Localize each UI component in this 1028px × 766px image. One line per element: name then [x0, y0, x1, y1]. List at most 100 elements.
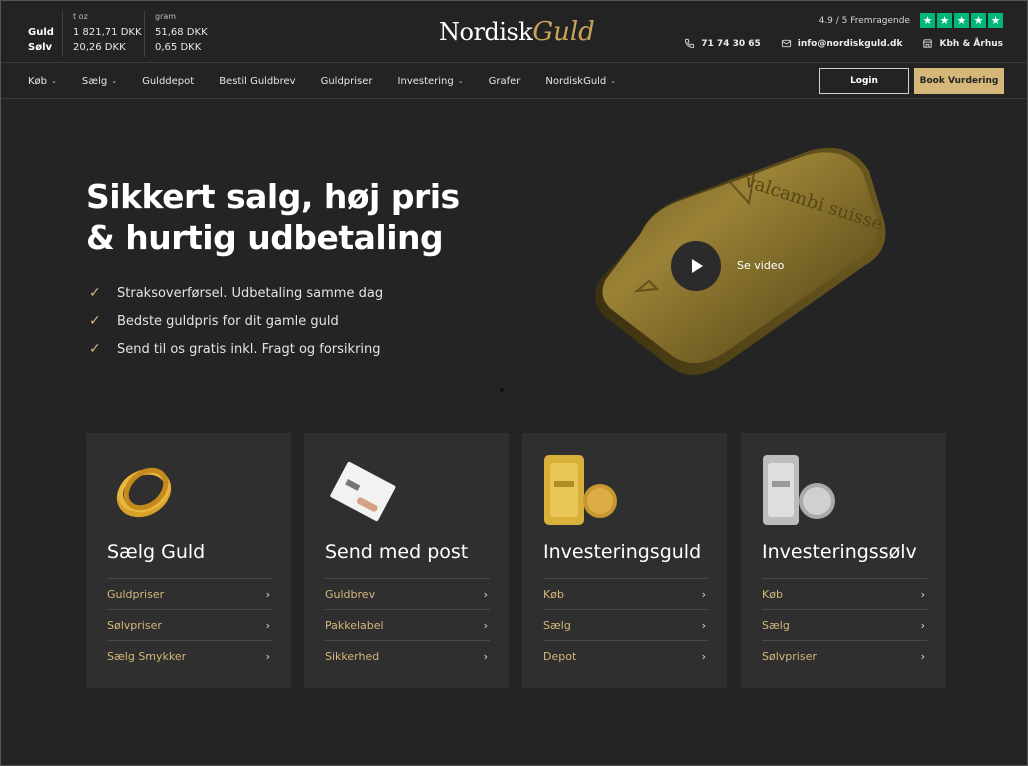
nav-item-label: Bestil Guldbrev: [219, 75, 296, 87]
hero-title-line2: & hurtig udbetaling: [86, 218, 444, 257]
trustpilot-rating[interactable]: 4.9 / 5 Fremragende ★ ★ ★ ★ ★: [819, 13, 1003, 28]
rating-text: 4.9 / 5 Fremragende: [818, 15, 910, 26]
card-link-label: Sikkerhed: [325, 649, 380, 663]
card-links: Køb › Sælg › Sølvpriser ›: [762, 578, 927, 671]
chevron-right-icon: ›: [265, 618, 270, 632]
gram-column: gram 51,68 DKK 0,65 DKK: [144, 11, 234, 57]
card-link-label: Sælg Smykker: [107, 649, 187, 663]
nav-item-label: Gulddepot: [142, 75, 195, 87]
star-icon: ★: [954, 13, 969, 28]
nav-item-koeb[interactable]: Køb ⌄: [28, 76, 57, 87]
card-link-guldpriser[interactable]: Guldpriser ›: [107, 578, 272, 609]
troy-ounce-unit: t oz: [73, 12, 88, 21]
star-icon: ★: [937, 13, 952, 28]
nav-item-label: Køb: [28, 75, 48, 87]
card-link-koeb[interactable]: Køb ›: [762, 578, 927, 609]
chevron-down-icon: ⌄: [457, 77, 464, 85]
silver-bar-coin-image: [759, 451, 839, 531]
card-link-label: Sølvpriser: [762, 649, 817, 663]
page-frame: Guld Sølv t oz 1 821,71 DKK 20,26 DKK gr…: [0, 0, 1028, 766]
card-send-med-post: Send med post Guldbrev › Pakkelabel › Si…: [304, 433, 509, 688]
store-icon: [923, 39, 933, 48]
card-link-label: Guldbrev: [325, 587, 376, 601]
card-title: Investeringsguld: [543, 541, 702, 563]
card-link-label: Køb: [762, 587, 783, 601]
logo-wordmark-nordisk: Nordisk: [439, 18, 533, 46]
gold-toz-price: 1 821,71 DKK: [73, 27, 142, 38]
card-link-label: Sælg: [762, 618, 790, 632]
login-button[interactable]: Login: [819, 68, 909, 94]
card-title: Sælg Guld: [107, 541, 206, 563]
phone-icon: [685, 38, 695, 49]
nav-item-label: Grafer: [488, 75, 521, 87]
chevron-right-icon: ›: [701, 618, 706, 632]
chevron-right-icon: ›: [920, 649, 925, 663]
nav-item-guldpriser[interactable]: Guldpriser: [321, 76, 373, 87]
card-link-soelvpriser[interactable]: Sølvpriser ›: [762, 640, 927, 671]
card-links: Guldpriser › Sølvpriser › Sælg Smykker ›: [107, 578, 272, 671]
chevron-right-icon: ›: [920, 618, 925, 632]
gold-bar-image: valcambi suisse: [579, 141, 889, 391]
main-nav: Køb ⌄ Sælg ⌄ Gulddepot Bestil Guldbrev G…: [1, 63, 1027, 99]
nav-menu: Køb ⌄ Sælg ⌄ Gulddepot Bestil Guldbrev G…: [28, 63, 641, 99]
nav-item-grafer[interactable]: Grafer: [489, 76, 521, 87]
card-link-saelg-smykker[interactable]: Sælg Smykker ›: [107, 640, 272, 671]
card-link-koeb[interactable]: Køb ›: [543, 578, 708, 609]
store-locations: Kbh & Århus: [939, 38, 1003, 49]
play-video-button[interactable]: [671, 241, 721, 291]
benefit-text: Send til os gratis inkl. Fragt og forsik…: [117, 341, 381, 357]
gold-bar-coin-image: [540, 451, 620, 531]
star-icon: ★: [971, 13, 986, 28]
card-title: Send med post: [325, 541, 469, 563]
benefit-text: Bedste guldpris for dit gamle guld: [117, 313, 339, 329]
checkmark-icon: ✓: [89, 341, 101, 357]
silver-price-label: Sølv: [28, 42, 53, 53]
card-link-guldbrev[interactable]: Guldbrev ›: [325, 578, 490, 609]
nav-item-nordiskguld[interactable]: NordiskGuld ⌄: [545, 76, 616, 87]
nav-item-investering[interactable]: Investering ⌄: [398, 76, 464, 87]
nav-item-label: Sælg: [81, 75, 108, 87]
nav-item-saelg[interactable]: Sælg ⌄: [82, 76, 117, 87]
card-link-soelvpriser[interactable]: Sølvpriser ›: [107, 609, 272, 640]
card-investeringsguld: Investeringsguld Køb › Sælg › Depot ›: [522, 433, 727, 688]
card-link-saelg[interactable]: Sælg ›: [543, 609, 708, 640]
chevron-down-icon: ⌄: [111, 77, 118, 85]
email-link[interactable]: info@nordiskguld.dk: [781, 38, 903, 49]
card-link-saelg[interactable]: Sælg ›: [762, 609, 927, 640]
chevron-right-icon: ›: [483, 649, 488, 663]
card-link-label: Sølvpriser: [107, 618, 162, 632]
list-item: ✓ Bedste guldpris for dit gamle guld: [89, 307, 383, 335]
gold-ring-image: [104, 451, 184, 531]
site-logo[interactable]: NordiskGuld: [439, 17, 595, 57]
nav-item-bestil-guldbrev[interactable]: Bestil Guldbrev: [219, 76, 295, 87]
chevron-right-icon: ›: [701, 587, 706, 601]
nav-item-gulddepot[interactable]: Gulddepot: [142, 76, 194, 87]
chevron-right-icon: ›: [701, 649, 706, 663]
logo-wordmark-guld: Guld: [532, 17, 595, 47]
video-label[interactable]: Se video: [737, 259, 784, 272]
card-link-label: Køb: [543, 587, 564, 601]
chevron-down-icon: ⌄: [51, 77, 57, 85]
chevron-down-icon: ⌄: [610, 77, 617, 85]
email-address: info@nordiskguld.dk: [797, 38, 903, 49]
stores-link[interactable]: Kbh & Århus: [922, 38, 1003, 49]
checkmark-icon: ✓: [89, 313, 101, 329]
hero-benefits-list: ✓ Straksoverførsel. Udbetaling samme dag…: [89, 279, 383, 363]
nav-item-label: NordiskGuld: [545, 75, 607, 87]
card-link-label: Depot: [543, 649, 577, 663]
card-link-pakkelabel[interactable]: Pakkelabel ›: [325, 609, 490, 640]
phone-link[interactable]: 71 74 30 65: [684, 38, 761, 49]
card-links: Køb › Sælg › Depot ›: [543, 578, 708, 671]
card-link-depot[interactable]: Depot ›: [543, 640, 708, 671]
chevron-right-icon: ›: [265, 587, 270, 601]
card-investeringssoelv: Investeringssølv Køb › Sælg › Sølvpriser…: [741, 433, 946, 688]
gold-price-label: Guld: [28, 27, 54, 38]
silver-toz-price: 20,26 DKK: [73, 42, 126, 53]
carousel-dot[interactable]: [500, 388, 504, 392]
book-valuation-button[interactable]: Book Vurdering: [914, 68, 1004, 94]
gram-unit: gram: [155, 12, 177, 21]
star-icon: ★: [988, 13, 1003, 28]
card-link-sikkerhed[interactable]: Sikkerhed ›: [325, 640, 490, 671]
checkmark-icon: ✓: [89, 285, 101, 301]
play-icon: [692, 259, 703, 273]
